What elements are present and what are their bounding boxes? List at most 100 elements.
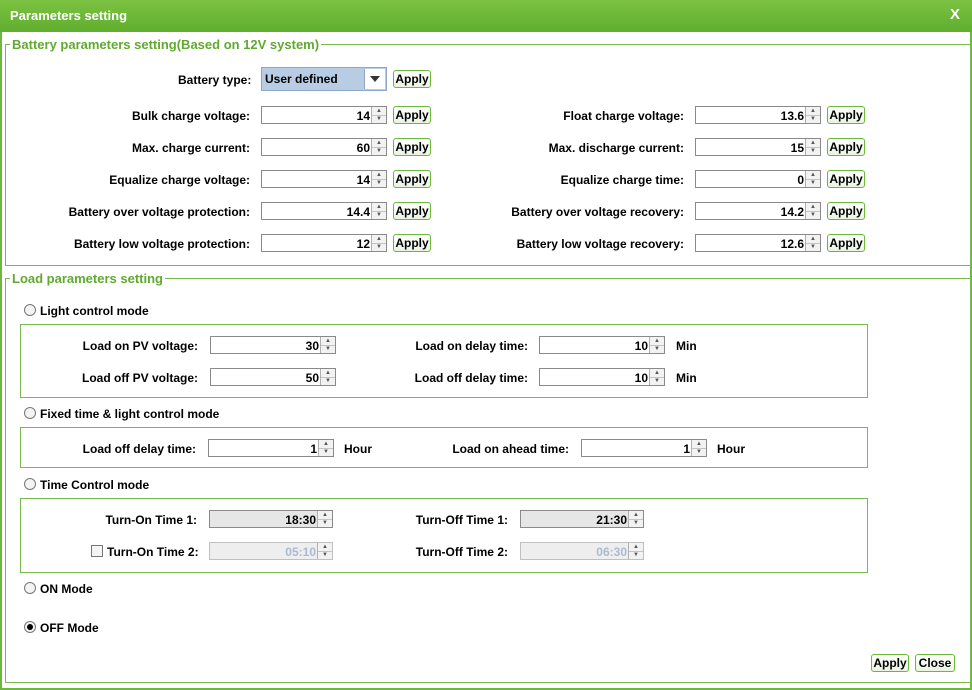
float-charge-voltage-value: 13.6 — [780, 109, 804, 123]
off-mode-label: OFF Mode — [40, 621, 99, 635]
over-voltage-protection-label: Battery over voltage protection: — [68, 205, 250, 219]
load-on-pv-voltage-label: Load on PV voltage: — [82, 339, 198, 353]
spinner-down-icon[interactable]: ▼ — [806, 211, 820, 219]
apply-button[interactable]: Apply — [871, 654, 909, 672]
equalize-charge-voltage-spinner[interactable]: 14 ▲ ▼ — [261, 170, 387, 188]
turn-off-time-1-spinner[interactable]: 21:30 ▲ ▼ — [520, 510, 644, 528]
time-control-mode-radio[interactable] — [24, 478, 36, 490]
load-off-pv-voltage-label: Load off PV voltage: — [81, 371, 198, 385]
low-voltage-recovery-apply-button[interactable]: Apply — [827, 234, 865, 252]
light-control-mode-label: Light control mode — [40, 304, 149, 318]
load-off-delay-unit: Min — [676, 371, 697, 385]
turn-on-time-2-spinner[interactable]: 05:10 ▲ ▼ — [209, 542, 333, 560]
spinner-down-icon[interactable]: ▼ — [372, 243, 386, 251]
over-voltage-protection-spinner[interactable]: 14.4 ▲ ▼ — [261, 202, 387, 220]
spinner-down-icon[interactable]: ▼ — [629, 519, 643, 527]
turn-on-time-2-value: 05:10 — [285, 545, 316, 559]
low-voltage-protection-spinner[interactable]: 12 ▲ ▼ — [261, 234, 387, 252]
max-discharge-current-apply-button[interactable]: Apply — [827, 138, 865, 156]
off-mode-radio[interactable] — [24, 621, 36, 633]
battery-group-legend: Battery parameters setting(Based on 12V … — [10, 37, 322, 52]
spinner-down-icon[interactable]: ▼ — [650, 345, 664, 353]
window-title: Parameters setting — [10, 8, 128, 23]
equalize-charge-time-label: Equalize charge time: — [560, 173, 684, 187]
turn-off-time-2-label: Turn-Off Time 2: — [415, 545, 508, 559]
load-off-delay-value: 10 — [634, 371, 648, 385]
spinner-down-icon[interactable]: ▼ — [692, 448, 706, 456]
spinner-down-icon[interactable]: ▼ — [372, 115, 386, 123]
load-on-delay-label: Load on delay time: — [415, 339, 528, 353]
battery-type-select[interactable]: User defined — [261, 67, 387, 91]
fixed-load-off-delay-label: Load off delay time: — [82, 442, 196, 456]
turn-off-time-2-spinner[interactable]: 06:30 ▲ ▼ — [520, 542, 644, 560]
max-discharge-current-spinner[interactable]: 15 ▲ ▼ — [695, 138, 821, 156]
fixed-time-light-mode-label: Fixed time & light control mode — [40, 407, 220, 421]
load-on-ahead-spinner[interactable]: 1 ▲ ▼ — [581, 439, 707, 457]
turn-on-time-1-spinner[interactable]: 18:30 ▲ ▼ — [209, 510, 333, 528]
equalize-charge-time-apply-button[interactable]: Apply — [827, 170, 865, 188]
spinner-down-icon[interactable]: ▼ — [806, 243, 820, 251]
spinner-down-icon[interactable]: ▼ — [629, 551, 643, 559]
equalize-charge-voltage-apply-button[interactable]: Apply — [393, 170, 431, 188]
spinner-down-icon[interactable]: ▼ — [372, 147, 386, 155]
spinner-down-icon[interactable]: ▼ — [372, 179, 386, 187]
max-discharge-current-value: 15 — [790, 141, 804, 155]
low-voltage-recovery-spinner[interactable]: 12.6 ▲ ▼ — [695, 234, 821, 252]
spinner-down-icon[interactable]: ▼ — [321, 377, 335, 385]
spinner-down-icon[interactable]: ▼ — [318, 551, 332, 559]
spinner-down-icon[interactable]: ▼ — [650, 377, 664, 385]
over-voltage-recovery-apply-button[interactable]: Apply — [827, 202, 865, 220]
battery-parameters-group: Battery parameters setting(Based on 12V … — [5, 37, 971, 266]
close-icon[interactable]: X — [946, 6, 964, 24]
light-control-mode-radio[interactable] — [24, 304, 36, 316]
fixed-time-light-mode-radio[interactable] — [24, 407, 36, 419]
equalize-charge-time-spinner[interactable]: 0 ▲ ▼ — [695, 170, 821, 188]
low-voltage-protection-value: 12 — [356, 237, 370, 251]
fixed-load-off-delay-spinner[interactable]: 1 ▲ ▼ — [208, 439, 334, 457]
bulk-charge-voltage-spinner[interactable]: 14 ▲ ▼ — [261, 106, 387, 124]
low-voltage-recovery-label: Battery low voltage recovery: — [516, 237, 684, 251]
over-voltage-protection-value: 14.4 — [346, 205, 370, 219]
low-voltage-protection-label: Battery low voltage protection: — [73, 237, 250, 251]
float-charge-voltage-apply-button[interactable]: Apply — [827, 106, 865, 124]
close-button[interactable]: Close — [915, 654, 955, 672]
spinner-down-icon[interactable]: ▼ — [806, 179, 820, 187]
battery-type-value: User defined — [265, 72, 338, 86]
load-on-pv-voltage-spinner[interactable]: 30 ▲ ▼ — [210, 336, 336, 354]
load-on-ahead-label: Load on ahead time: — [452, 442, 569, 456]
equalize-charge-voltage-label: Equalize charge voltage: — [109, 173, 250, 187]
over-voltage-recovery-value: 14.2 — [780, 205, 804, 219]
spinner-down-icon[interactable]: ▼ — [806, 147, 820, 155]
low-voltage-protection-apply-button[interactable]: Apply — [393, 234, 431, 252]
bulk-charge-voltage-apply-button[interactable]: Apply — [393, 106, 431, 124]
load-off-pv-voltage-spinner[interactable]: 50 ▲ ▼ — [210, 368, 336, 386]
dialog-content: Battery parameters setting(Based on 12V … — [0, 32, 972, 690]
max-charge-current-apply-button[interactable]: Apply — [393, 138, 431, 156]
over-voltage-recovery-label: Battery over voltage recovery: — [511, 205, 684, 219]
battery-type-apply-button[interactable]: Apply — [393, 70, 431, 88]
load-on-delay-spinner[interactable]: 10 ▲ ▼ — [539, 336, 665, 354]
spinner-down-icon[interactable]: ▼ — [806, 115, 820, 123]
load-on-ahead-value: 1 — [683, 442, 690, 456]
battery-type-label: Battery type: — [178, 73, 252, 87]
float-charge-voltage-spinner[interactable]: 13.6 ▲ ▼ — [695, 106, 821, 124]
load-group-legend: Load parameters setting — [10, 271, 165, 286]
on-mode-radio[interactable] — [24, 582, 36, 594]
load-off-delay-spinner[interactable]: 10 ▲ ▼ — [539, 368, 665, 386]
light-control-box — [20, 324, 868, 398]
spinner-down-icon[interactable]: ▼ — [321, 345, 335, 353]
turn-on-time-2-checkbox[interactable] — [91, 545, 103, 557]
load-on-ahead-unit: Hour — [717, 442, 745, 456]
spinner-down-icon[interactable]: ▼ — [318, 519, 332, 527]
over-voltage-recovery-spinner[interactable]: 14.2 ▲ ▼ — [695, 202, 821, 220]
turn-on-time-1-value: 18:30 — [285, 513, 316, 527]
spinner-down-icon[interactable]: ▼ — [372, 211, 386, 219]
chevron-down-icon[interactable] — [364, 69, 385, 89]
max-charge-current-spinner[interactable]: 60 ▲ ▼ — [261, 138, 387, 156]
max-charge-current-value: 60 — [356, 141, 370, 155]
spinner-down-icon[interactable]: ▼ — [319, 448, 333, 456]
max-charge-current-label: Max. charge current: — [131, 141, 250, 155]
max-discharge-current-label: Max. discharge current: — [548, 141, 684, 155]
over-voltage-protection-apply-button[interactable]: Apply — [393, 202, 431, 220]
load-on-delay-value: 10 — [634, 339, 648, 353]
